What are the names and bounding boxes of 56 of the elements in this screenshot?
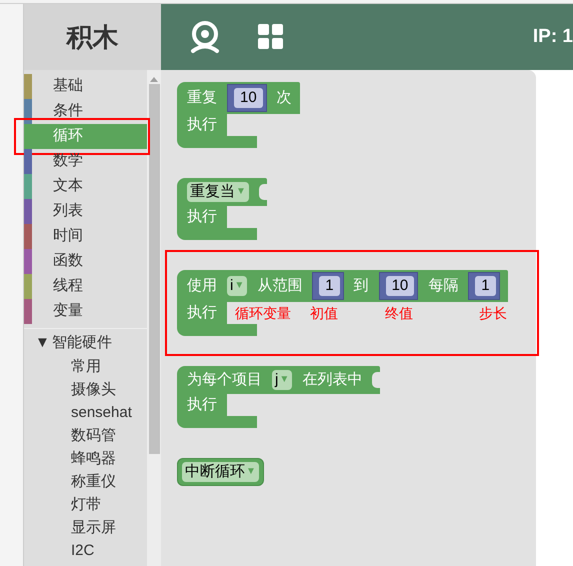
category-item[interactable]: 数码管	[24, 425, 147, 448]
block-label: 在列表中	[302, 370, 362, 390]
category-item[interactable]: 函数	[32, 249, 147, 274]
loop-block[interactable]: 重复 10 次 执行	[177, 82, 300, 148]
block-label: 为每个项目	[187, 370, 262, 390]
category-item[interactable]: 摄像头	[24, 379, 147, 402]
panel-title: 积木	[66, 20, 118, 54]
loop-block[interactable]: 使用 i▼ 从范围 1 到 10 每隔 1 执行 循环变量 初值 终值 步长	[177, 270, 508, 336]
block-label: 每隔	[428, 276, 458, 296]
block-label: 执行	[187, 114, 217, 135]
number-input[interactable]: 1	[312, 272, 344, 300]
block-label: 次	[276, 88, 292, 108]
number-input[interactable]: 10	[227, 84, 267, 112]
loop-block[interactable]: 为每个项目 j▼ 在列表中 执行	[177, 366, 380, 428]
annotation-label: 循环变量	[235, 304, 291, 323]
category-item[interactable]: sensehat	[24, 402, 147, 425]
annotation-label: 步长	[479, 304, 507, 323]
annotation-label: 初值	[310, 304, 338, 323]
input-socket	[258, 184, 267, 200]
category-item[interactable]: 灯带	[24, 494, 147, 517]
category-item[interactable]: 数学	[32, 149, 147, 174]
category-item[interactable]: 变量	[32, 299, 147, 324]
block-label: 使用	[187, 276, 217, 296]
category-item[interactable]: 称重仪	[24, 471, 147, 494]
category-item[interactable]: I2C	[24, 540, 147, 563]
number-input[interactable]: 1	[468, 272, 500, 300]
input-socket	[372, 372, 380, 388]
category-item[interactable]: 蜂鸣器	[24, 448, 147, 471]
category-item[interactable]: 时间	[32, 224, 147, 249]
category-item[interactable]: 列表	[32, 199, 147, 224]
variable-dropdown[interactable]: 中断循环▼	[182, 462, 259, 482]
annotation-label: 终值	[385, 304, 413, 323]
category-item[interactable]: 条件	[32, 99, 147, 124]
variable-dropdown[interactable]: i▼	[227, 276, 248, 296]
category-item[interactable]: 文本	[32, 174, 147, 199]
category-group[interactable]: 智能硬件	[52, 332, 112, 355]
grid-icon[interactable]	[258, 24, 284, 50]
block-label: 重复	[187, 88, 217, 108]
category-item[interactable]: 线程	[32, 274, 147, 299]
loop-block[interactable]: 重复当▼ 执行	[177, 178, 267, 240]
number-input[interactable]: 10	[378, 272, 418, 300]
ip-address: IP: 1	[532, 24, 573, 49]
block-label: 执行	[187, 394, 217, 415]
category-item[interactable]: 基础	[32, 74, 147, 99]
block-label: 从范围	[257, 276, 302, 296]
webcam-icon[interactable]	[188, 20, 222, 54]
block-label: 执行	[187, 206, 217, 227]
scrollbar[interactable]	[147, 70, 161, 566]
variable-dropdown[interactable]: 重复当▼	[187, 182, 249, 202]
category-item[interactable]: 显示屏	[24, 517, 147, 540]
category-item[interactable]: 常用	[24, 356, 147, 379]
block-label: 执行	[187, 302, 217, 323]
variable-dropdown[interactable]: j▼	[272, 370, 292, 390]
break-block[interactable]: 中断循环▼	[177, 458, 264, 486]
tree-toggle[interactable]: ▼	[35, 332, 50, 355]
block-label: 到	[354, 276, 369, 296]
